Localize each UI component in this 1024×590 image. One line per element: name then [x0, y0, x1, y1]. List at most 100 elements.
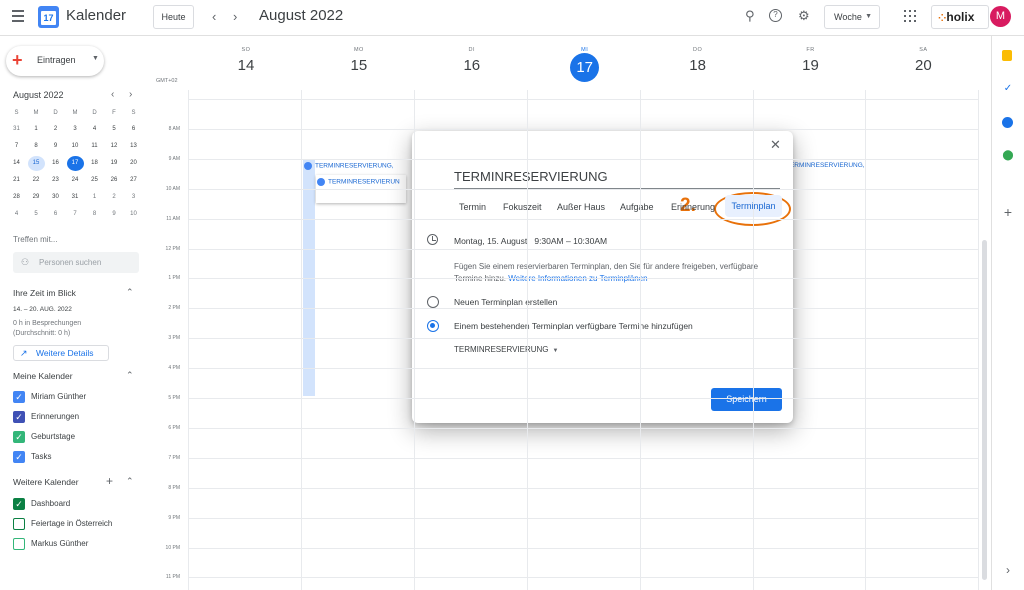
- mini-day[interactable]: 10: [125, 207, 142, 222]
- add-calendar-icon[interactable]: +: [106, 474, 113, 488]
- mini-day[interactable]: 24: [67, 173, 84, 188]
- chevron-up-icon[interactable]: ⌃: [126, 476, 134, 487]
- calendar-item[interactable]: ✓ Dashboard: [13, 497, 138, 511]
- mini-day[interactable]: 15: [27, 156, 45, 171]
- radio-new-schedule[interactable]: [427, 296, 439, 308]
- calendar-item[interactable]: Feiertage in Österreich: [13, 517, 138, 531]
- mini-prev-icon[interactable]: ‹: [111, 89, 114, 100]
- tab-terminplan[interactable]: Terminplan: [725, 195, 782, 217]
- day-header[interactable]: SO 14: [190, 47, 302, 74]
- mini-day[interactable]: 7: [8, 139, 25, 154]
- calendar-item[interactable]: ✓ Tasks: [13, 450, 138, 464]
- day-header[interactable]: MO 15: [303, 47, 415, 74]
- main-menu-icon[interactable]: [12, 10, 24, 22]
- event-datetime[interactable]: Montag, 15. August 9:30AM – 10:30AM: [454, 236, 607, 246]
- checkbox-icon[interactable]: ✓: [13, 391, 25, 403]
- day-header[interactable]: MI 17: [529, 47, 641, 82]
- mini-day[interactable]: 6: [125, 122, 142, 137]
- day-number[interactable]: 16: [416, 57, 528, 74]
- mini-day[interactable]: 21: [8, 173, 25, 188]
- mini-day[interactable]: 3: [125, 190, 142, 205]
- mini-day[interactable]: 14: [8, 156, 25, 171]
- mini-day[interactable]: 30: [47, 190, 64, 205]
- apps-grid-icon[interactable]: [904, 10, 916, 22]
- mini-day[interactable]: 16: [47, 156, 64, 171]
- mini-day[interactable]: 7: [67, 207, 84, 222]
- event-chip[interactable]: TERMINRESERVIERUNG,: [304, 162, 394, 170]
- mini-day[interactable]: 4: [86, 122, 103, 137]
- mini-day[interactable]: 5: [28, 207, 45, 222]
- checkbox-icon[interactable]: [13, 518, 25, 530]
- mini-day[interactable]: 12: [106, 139, 123, 154]
- mini-day[interactable]: 5: [106, 122, 123, 137]
- mini-day[interactable]: 19: [106, 156, 123, 171]
- brand-logo[interactable]: ⁘holix: [931, 5, 989, 29]
- checkbox-icon[interactable]: ✓: [13, 411, 25, 423]
- mini-day[interactable]: 25: [86, 173, 103, 188]
- mini-day[interactable]: 17: [66, 156, 84, 171]
- next-period-icon[interactable]: ›: [233, 9, 237, 24]
- mini-day[interactable]: 31: [67, 190, 84, 205]
- event-chip[interactable]: TERMINRESERVIERUNG,: [786, 162, 865, 169]
- mini-day[interactable]: 20: [125, 156, 142, 171]
- calendar-item[interactable]: ✓ Geburtstage: [13, 430, 138, 444]
- mini-day[interactable]: 22: [28, 173, 45, 188]
- chevron-up-icon[interactable]: ⌃: [126, 287, 134, 298]
- contacts-icon[interactable]: [1002, 117, 1013, 128]
- mini-day[interactable]: 29: [28, 190, 45, 205]
- day-header[interactable]: DI 16: [416, 47, 528, 74]
- create-button[interactable]: + Eintragen ▼: [6, 46, 104, 76]
- today-button[interactable]: Heute: [153, 5, 194, 29]
- keep-icon[interactable]: [1002, 50, 1012, 61]
- mini-day[interactable]: 26: [106, 173, 123, 188]
- calendar-item[interactable]: Markus Günther: [13, 537, 138, 551]
- scrollbar[interactable]: [982, 240, 987, 580]
- day-number[interactable]: 18: [642, 57, 754, 74]
- more-details-button[interactable]: ↗ Weitere Details: [13, 345, 109, 361]
- mini-day[interactable]: 8: [28, 139, 45, 154]
- checkbox-icon[interactable]: ✓: [13, 431, 25, 443]
- event-title-input[interactable]: TERMINRESERVIERUNG: [454, 169, 780, 189]
- settings-gear-icon[interactable]: ⚙: [798, 8, 810, 24]
- mini-day[interactable]: 9: [47, 139, 64, 154]
- mini-day[interactable]: 11: [86, 139, 103, 154]
- avatar[interactable]: M: [990, 6, 1011, 27]
- schedule-select[interactable]: TERMINRESERVIERUNG ▼: [454, 345, 558, 354]
- day-number[interactable]: 17: [570, 53, 600, 82]
- view-select[interactable]: Woche ▼: [824, 5, 880, 29]
- mini-day[interactable]: 8: [86, 207, 103, 222]
- mini-day[interactable]: 2: [47, 122, 64, 137]
- tab-termin[interactable]: Termin: [459, 202, 486, 212]
- mini-day[interactable]: 2: [106, 190, 123, 205]
- calendar-item[interactable]: ✓ Miriam Günther: [13, 390, 138, 404]
- tab-fokuszeit[interactable]: Fokuszeit: [503, 202, 542, 212]
- tab-aufgabe[interactable]: Aufgabe: [620, 202, 654, 212]
- checkbox-icon[interactable]: ✓: [13, 498, 25, 510]
- maps-icon[interactable]: ⬤: [1002, 150, 1014, 162]
- help-icon[interactable]: ?: [769, 9, 782, 22]
- mini-day[interactable]: 1: [86, 190, 103, 205]
- mini-day[interactable]: 31: [8, 122, 25, 137]
- mini-day[interactable]: 28: [8, 190, 25, 205]
- close-icon[interactable]: ✕: [770, 137, 781, 153]
- add-addon-icon[interactable]: +: [1002, 205, 1014, 219]
- checkbox-icon[interactable]: ✓: [13, 451, 25, 463]
- radio-existing-schedule[interactable]: [427, 320, 439, 332]
- day-number[interactable]: 15: [303, 57, 415, 74]
- day-number[interactable]: 20: [867, 57, 979, 74]
- mini-day[interactable]: 4: [8, 207, 25, 222]
- mini-day[interactable]: 10: [67, 139, 84, 154]
- tasks-icon[interactable]: ✓: [1002, 83, 1014, 95]
- day-number[interactable]: 14: [190, 57, 302, 74]
- mini-day[interactable]: 13: [125, 139, 142, 154]
- mini-day[interactable]: 6: [47, 207, 64, 222]
- mini-day[interactable]: 18: [86, 156, 103, 171]
- calendar-item[interactable]: ✓ Erinnerungen: [13, 410, 138, 424]
- day-header[interactable]: DO 18: [642, 47, 754, 74]
- day-header[interactable]: FR 19: [755, 47, 867, 74]
- mini-day[interactable]: 3: [67, 122, 84, 137]
- search-icon[interactable]: ⚲: [745, 8, 755, 24]
- mini-day[interactable]: 9: [106, 207, 123, 222]
- people-search-input[interactable]: ⚇ Personen suchen: [13, 252, 139, 273]
- chevron-right-icon[interactable]: ›: [1002, 564, 1014, 576]
